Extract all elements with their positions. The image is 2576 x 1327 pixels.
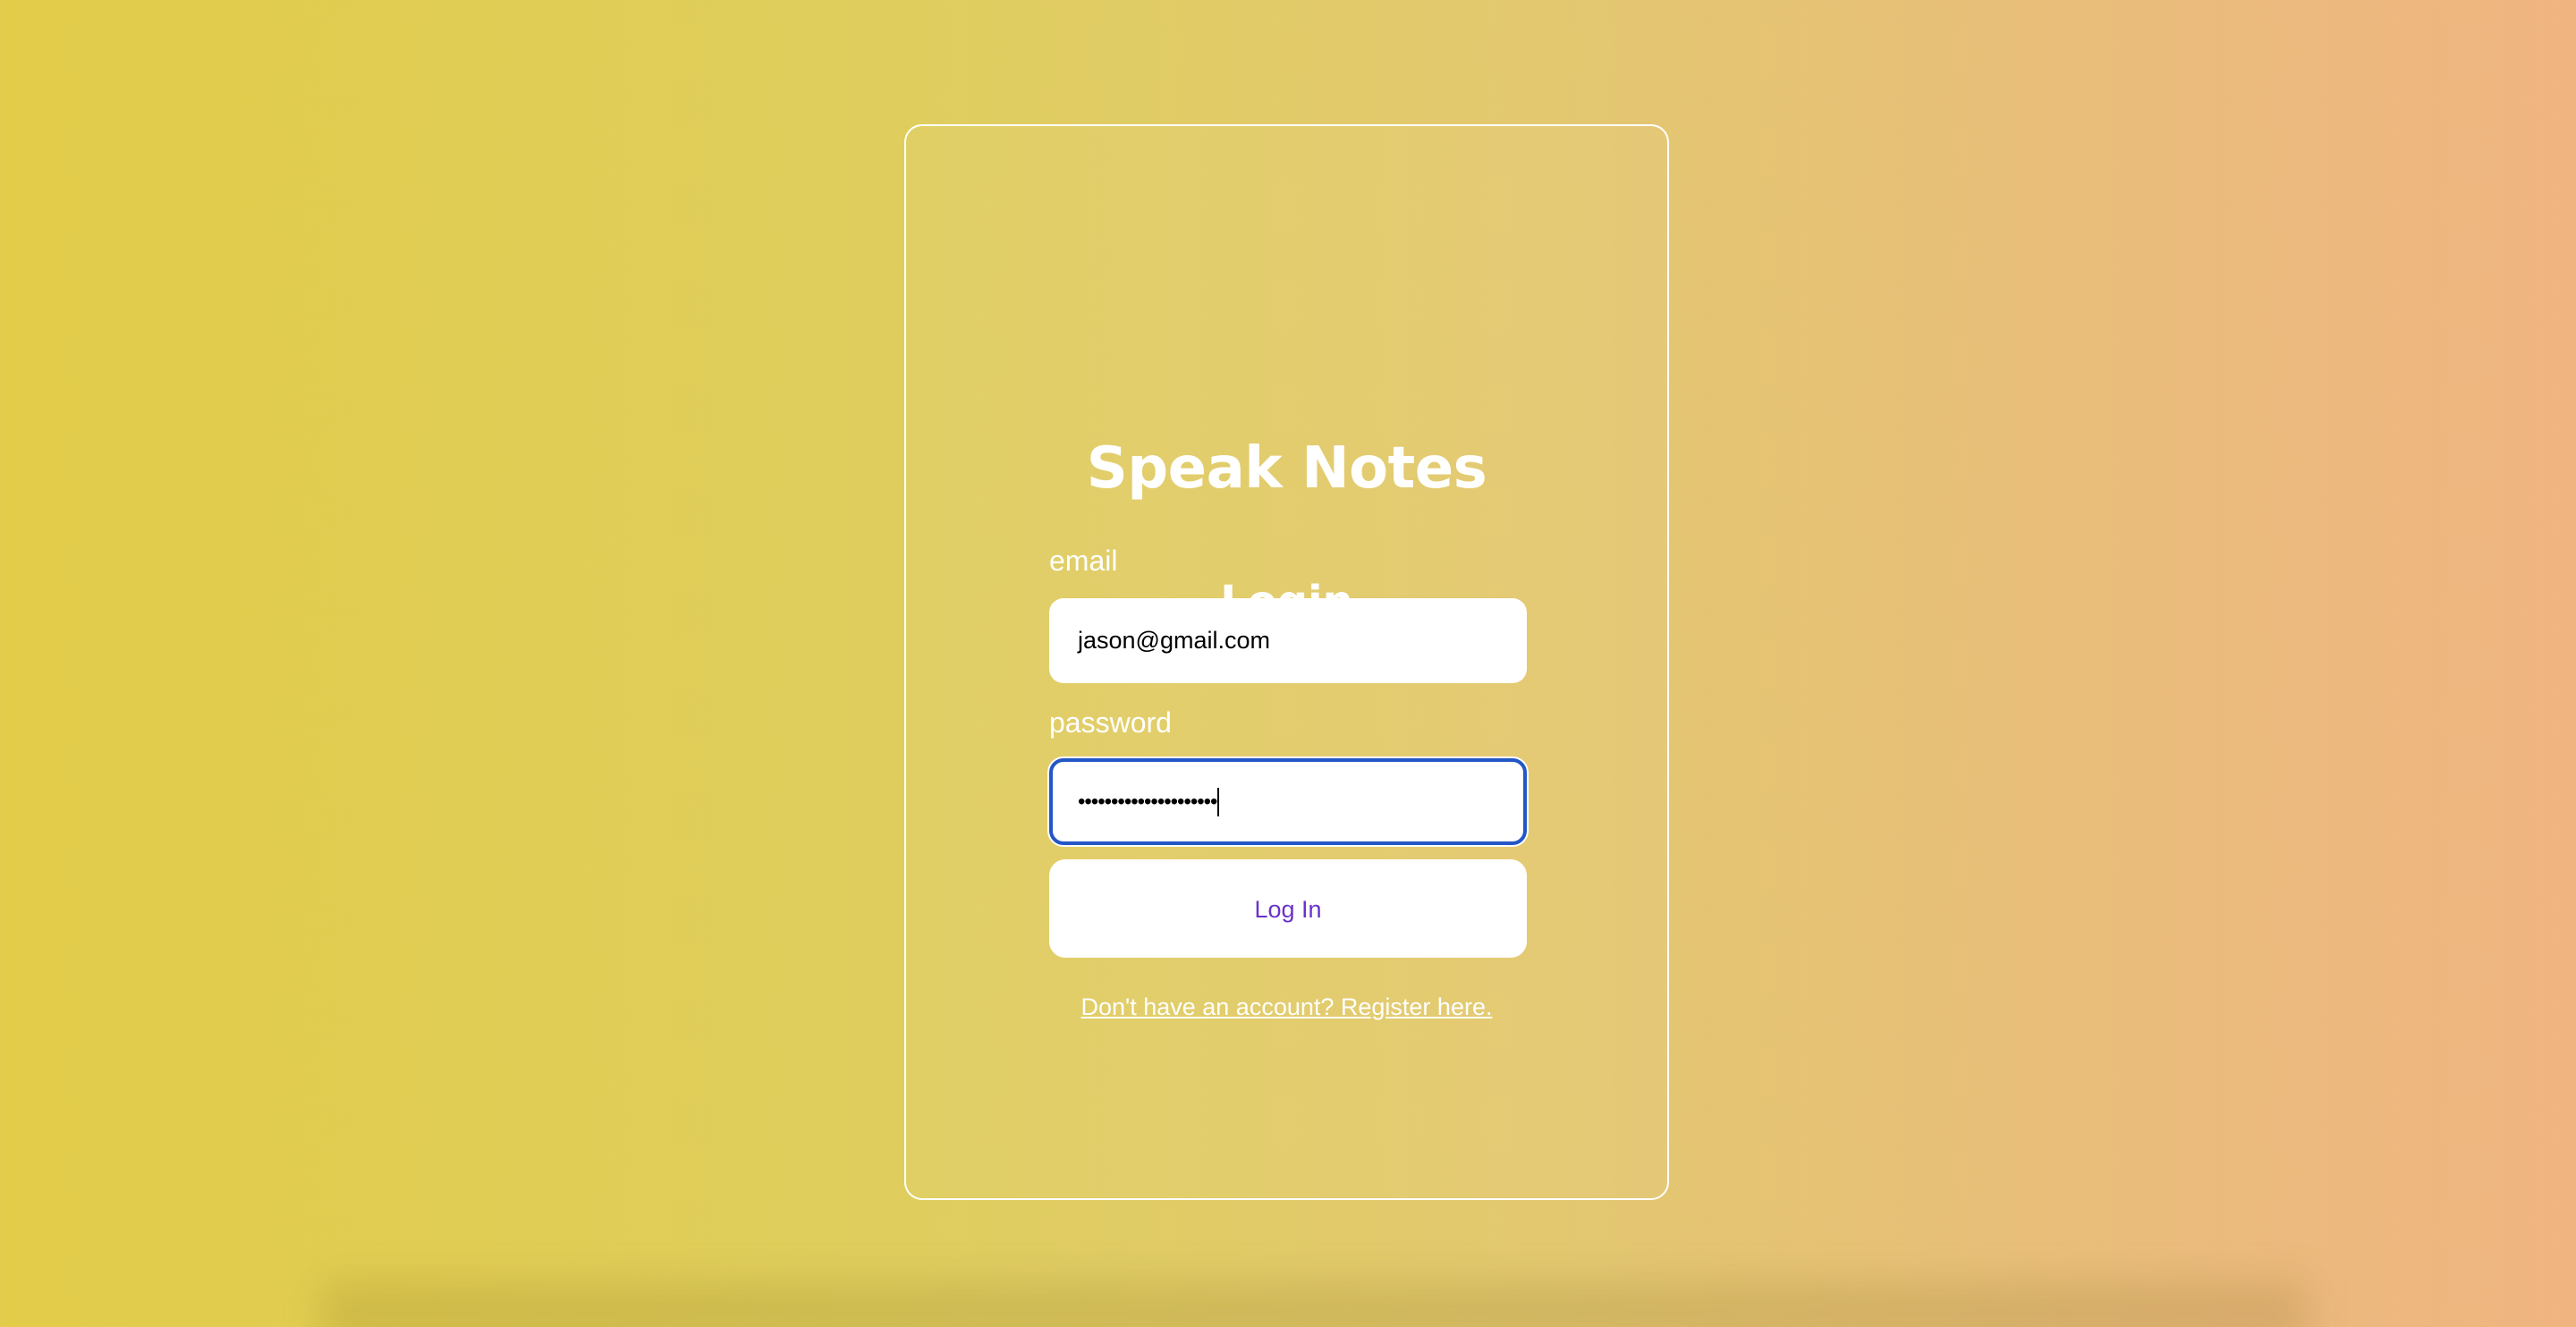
password-field[interactable]: ••••••••••••••••••••• <box>1049 758 1527 845</box>
password-value: ••••••••••••••••••••• <box>1078 789 1217 814</box>
email-field[interactable]: jason@gmail.com <box>1049 598 1527 683</box>
password-label: password <box>1049 706 1172 739</box>
email-label: email <box>1049 545 1118 577</box>
text-caret <box>1217 787 1220 816</box>
email-value: jason@gmail.com <box>1078 627 1270 654</box>
register-link[interactable]: Don't have an account? Register here. <box>904 991 1669 1023</box>
window-bottom-shadow <box>322 1282 2308 1327</box>
login-button[interactable]: Log In <box>1049 859 1527 958</box>
app-title: Speak Notes <box>1086 435 1487 502</box>
